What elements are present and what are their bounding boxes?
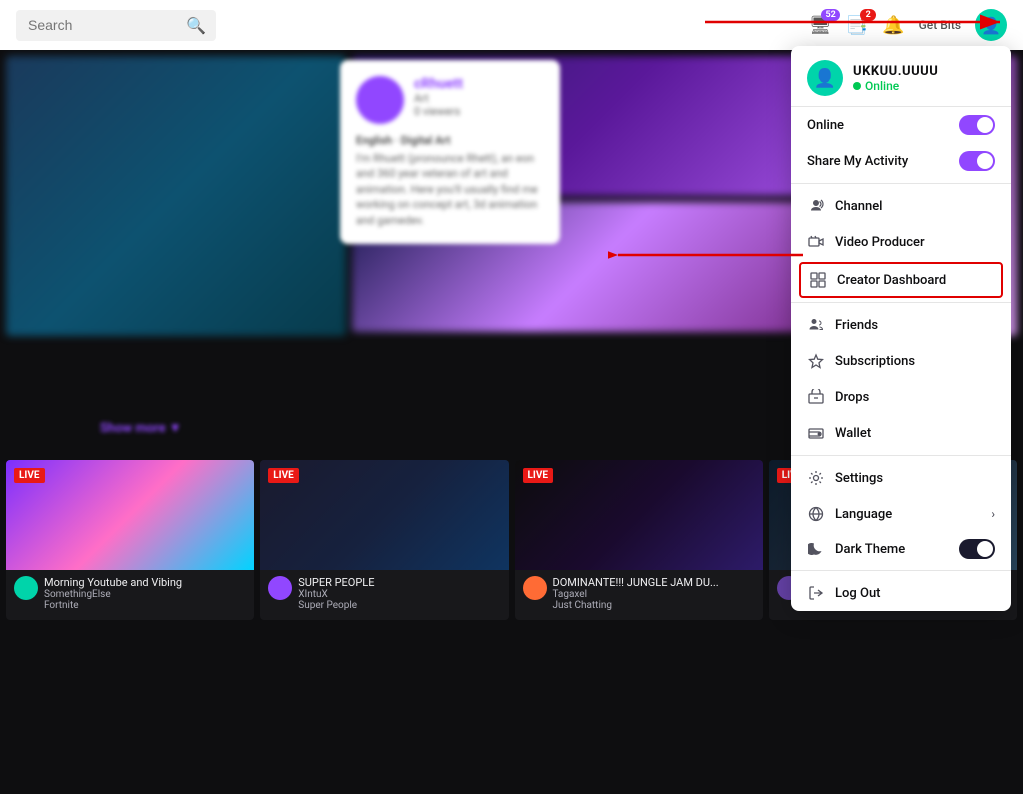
online-toggle[interactable] [959, 115, 995, 135]
search-input[interactable] [28, 17, 178, 33]
language-icon [807, 505, 825, 523]
online-toggle-row[interactable]: Online [791, 107, 1011, 143]
search-bar[interactable]: 🔍 [16, 10, 216, 41]
card-game-0: Fortnite [44, 600, 246, 611]
settings-icon [807, 469, 825, 487]
wallet-menu-item[interactable]: Wallet [791, 415, 1011, 451]
menu-username: UKKUU.UUUU [853, 64, 995, 79]
online-status: Online [853, 79, 995, 93]
user-avatar-btn[interactable]: 👤 [975, 9, 1007, 41]
wallet-label: Wallet [835, 426, 995, 441]
live-card-0[interactable]: LIVE Morning Youtube and Vibing Somethin… [6, 460, 254, 620]
avatar-icon: 👤 [981, 16, 1001, 35]
dark-theme-toggle-track [959, 539, 995, 559]
menu-divider-3 [791, 455, 1011, 456]
card-avatar-1 [268, 576, 292, 600]
live-badge-2: LIVE [523, 468, 554, 483]
live-badge-0: LIVE [14, 468, 45, 483]
dark-theme-toggle-thumb [977, 541, 993, 557]
drops-label: Drops [835, 390, 995, 405]
menu-divider-1 [791, 183, 1011, 184]
card-title-1: SUPER PEOPLE [298, 576, 500, 589]
bell-icon: 🔔 [882, 15, 904, 36]
bookmark-icon-btn[interactable]: 📑 2 [846, 15, 868, 36]
live-card-2[interactable]: LIVE DOMINANTE!!! JUNGLE JAM DU... Tagax… [515, 460, 763, 620]
friends-menu-item[interactable]: Friends [791, 307, 1011, 343]
search-icon: 🔍 [186, 16, 206, 35]
settings-menu-item[interactable]: Settings [791, 460, 1011, 496]
settings-label: Settings [835, 471, 995, 486]
card-avatar-2 [523, 576, 547, 600]
drops-menu-item[interactable]: Drops [791, 379, 1011, 415]
card-streamer-2: Tagaxel [553, 589, 755, 600]
subscriptions-icon [807, 352, 825, 370]
language-menu-item[interactable]: Language › [791, 496, 1011, 532]
menu-header: 👤 UKKUU.UUUU Online [791, 46, 1011, 107]
video-producer-label: Video Producer [835, 235, 995, 250]
card-title-2: DOMINANTE!!! JUNGLE JAM DU... [553, 576, 755, 589]
logout-label: Log Out [835, 586, 995, 601]
menu-avatar-icon: 👤 [814, 68, 836, 89]
language-chevron: › [991, 507, 995, 521]
card-game-2: Just Chatting [553, 600, 755, 611]
live-badge-1: LIVE [268, 468, 299, 483]
card-info-0: Morning Youtube and Vibing SomethingElse… [6, 570, 254, 617]
topnav: 🔍 🖥 52 📑 2 🔔 Get Bits 👤 [0, 0, 1023, 50]
card-game-1: Super People [298, 600, 500, 611]
show-more-area: Show more ▼ [100, 420, 182, 436]
menu-divider-2 [791, 302, 1011, 303]
online-toggle-label: Online [807, 118, 844, 133]
online-status-label: Online [865, 79, 899, 93]
bookmark-badge: 2 [860, 9, 876, 21]
friends-icon [807, 316, 825, 334]
creator-dashboard-icon [809, 271, 827, 289]
creator-dashboard-menu-item[interactable]: Creator Dashboard [799, 262, 1003, 298]
nav-icons: 🖥 52 📑 2 🔔 Get Bits 👤 [809, 9, 1007, 41]
live-card-1[interactable]: LIVE SUPER PEOPLE XIntuX Super People [260, 460, 508, 620]
bell-icon-btn[interactable]: 🔔 [882, 15, 904, 36]
monitor-badge: 52 [821, 9, 839, 21]
card-avatar-0 [14, 576, 38, 600]
video-producer-icon [807, 233, 825, 251]
share-activity-label: Share My Activity [807, 154, 908, 169]
wallet-icon [807, 424, 825, 442]
monitor-icon-btn[interactable]: 🖥 52 [809, 15, 832, 36]
subscriptions-label: Subscriptions [835, 354, 995, 369]
channel-label: Channel [835, 199, 995, 214]
card-streamer-0: SomethingElse [44, 589, 246, 600]
share-activity-toggle-thumb [977, 153, 993, 169]
menu-divider-4 [791, 570, 1011, 571]
dark-theme-label: Dark Theme [835, 542, 959, 557]
menu-avatar: 👤 [807, 60, 843, 96]
friends-label: Friends [835, 318, 995, 333]
dark-theme-toggle[interactable] [959, 539, 995, 559]
dark-theme-icon [807, 540, 825, 558]
share-activity-toggle-track [959, 151, 995, 171]
online-toggle-thumb [977, 117, 993, 133]
username-nav[interactable]: Get Bits [919, 18, 961, 32]
language-label: Language [835, 507, 995, 522]
show-more-button[interactable]: Show more ▼ [100, 420, 182, 436]
dark-theme-row[interactable]: Dark Theme [791, 532, 1011, 566]
menu-user-info: UKKUU.UUUU Online [853, 64, 995, 93]
creator-dashboard-label: Creator Dashboard [837, 273, 993, 288]
share-activity-toggle[interactable] [959, 151, 995, 171]
bg-thumb-large [6, 56, 346, 336]
logout-icon [807, 584, 825, 602]
online-dot [853, 82, 861, 90]
card-info-2: DOMINANTE!!! JUNGLE JAM DU... Tagaxel Ju… [515, 570, 763, 617]
dropdown-menu: 👤 UKKUU.UUUU Online Online Share My Acti… [791, 46, 1011, 611]
card-streamer-1: XIntuX [298, 589, 500, 600]
logout-menu-item[interactable]: Log Out [791, 575, 1011, 611]
online-toggle-track [959, 115, 995, 135]
channel-menu-item[interactable]: Channel [791, 188, 1011, 224]
channel-icon [807, 197, 825, 215]
card-title-0: Morning Youtube and Vibing [44, 576, 246, 589]
profile-card-blurred: cRhuett Art 0 viewers English · Digital … [340, 60, 560, 244]
subscriptions-menu-item[interactable]: Subscriptions [791, 343, 1011, 379]
video-producer-menu-item[interactable]: Video Producer [791, 224, 1011, 260]
drops-icon [807, 388, 825, 406]
card-info-1: SUPER PEOPLE XIntuX Super People [260, 570, 508, 617]
share-activity-toggle-row[interactable]: Share My Activity [791, 143, 1011, 179]
